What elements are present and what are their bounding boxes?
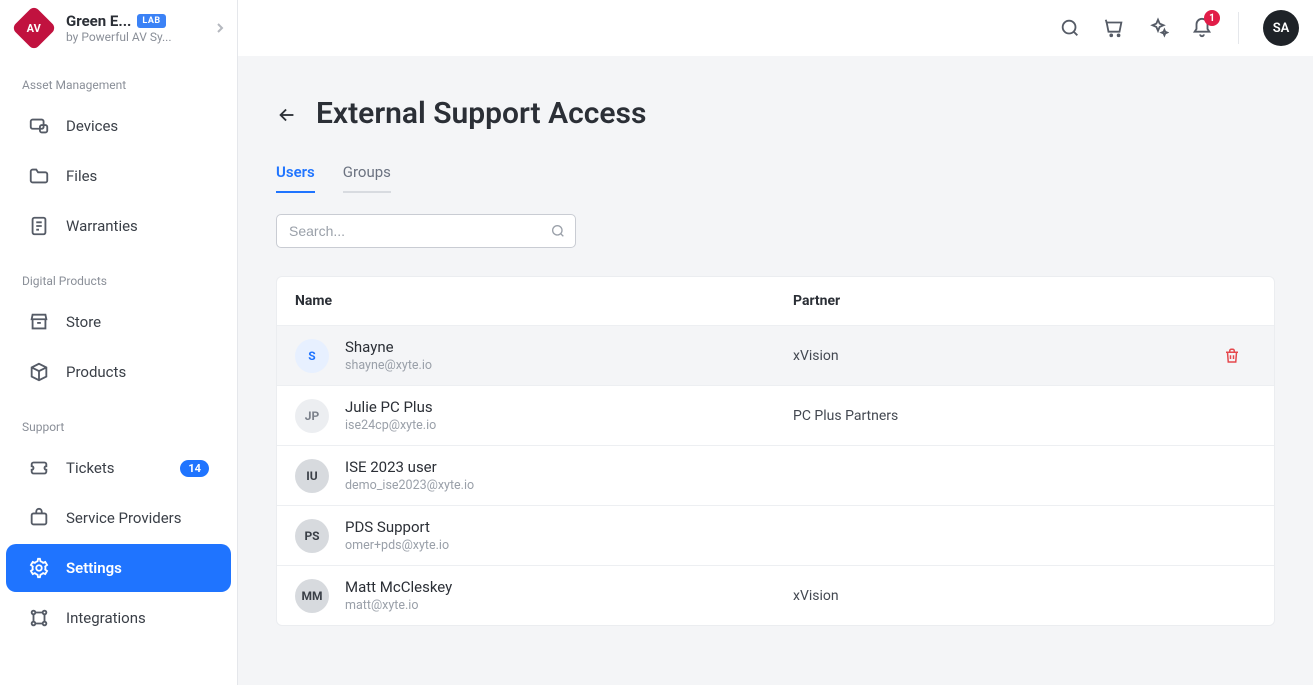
org-logo: AV (11, 5, 56, 50)
files-icon (28, 165, 50, 187)
org-title: Green E... (66, 12, 131, 30)
user-avatar: JP (295, 399, 329, 433)
col-header-actions (1208, 293, 1256, 309)
col-header-partner: Partner (793, 293, 1208, 309)
sidebar-item-label: Files (66, 167, 209, 185)
user-name: Shayne (345, 338, 432, 356)
tickets-icon (28, 457, 50, 479)
org-badge: LAB (137, 14, 165, 28)
sidebar-item-products[interactable]: Products (6, 348, 231, 396)
table-row[interactable]: S Shayne shayne@xyte.io xVision (277, 325, 1274, 385)
products-icon (28, 361, 50, 383)
back-arrow-icon[interactable] (276, 104, 296, 124)
user-avatar: PS (295, 519, 329, 553)
user-name: Matt McCleskey (345, 578, 452, 596)
sidebar: AV Green E... LAB by Powerful AV Sy... A… (0, 0, 238, 685)
notification-count: 1 (1204, 10, 1220, 26)
settings-icon (28, 557, 50, 579)
store-icon (28, 311, 50, 333)
table-row[interactable]: PS PDS Support omer+pds@xyte.io (277, 505, 1274, 565)
divider (1238, 12, 1239, 44)
user-name: ISE 2023 user (345, 458, 474, 476)
sidebar-item-label: Products (66, 363, 209, 381)
user-avatar[interactable]: SA (1263, 10, 1299, 46)
user-avatar: S (295, 339, 329, 373)
table-row[interactable]: IU ISE 2023 user demo_ise2023@xyte.io (277, 445, 1274, 505)
sidebar-item-label: Integrations (66, 609, 209, 627)
sidebar-item-label: Devices (66, 117, 209, 135)
user-email: demo_ise2023@xyte.io (345, 478, 474, 493)
tab-users[interactable]: Users (276, 163, 315, 193)
warranties-icon (28, 215, 50, 237)
cell-partner: xVision (793, 348, 1208, 364)
tabs: Users Groups (276, 163, 1275, 194)
sidebar-item-integrations[interactable]: Integrations (6, 594, 231, 642)
sidebar-item-settings[interactable]: Settings (6, 544, 231, 592)
main-area: 1 SA External Support Access Users Groups… (238, 0, 1313, 685)
sidebar-item-tickets[interactable]: Tickets 14 (6, 444, 231, 492)
integrations-icon (28, 607, 50, 629)
sidebar-item-devices[interactable]: Devices (6, 102, 231, 150)
user-name: PDS Support (345, 518, 449, 536)
user-email: matt@xyte.io (345, 598, 452, 613)
cart-icon[interactable] (1102, 16, 1126, 40)
sidebar-item-label: Service Providers (66, 509, 209, 527)
table-header: Name Partner (277, 277, 1274, 325)
cell-name: S Shayne shayne@xyte.io (295, 338, 793, 373)
table-row[interactable]: MM Matt McCleskey matt@xyte.io xVision (277, 565, 1274, 625)
cell-name: PS PDS Support omer+pds@xyte.io (295, 518, 793, 553)
org-logo-text: AV (27, 22, 41, 35)
search-wrapper (276, 214, 576, 248)
cell-name: MM Matt McCleskey matt@xyte.io (295, 578, 793, 613)
nav-badge: 14 (180, 460, 209, 477)
sidebar-item-label: Tickets (66, 459, 164, 477)
chevron-right-icon (215, 21, 225, 35)
page-header: External Support Access (276, 96, 1275, 131)
cell-partner: xVision (793, 588, 1208, 604)
user-name: Julie PC Plus (345, 398, 436, 416)
sidebar-item-label: Warranties (66, 217, 209, 235)
sparkle-icon[interactable] (1146, 16, 1170, 40)
search-icon[interactable] (1058, 16, 1082, 40)
devices-icon (28, 115, 50, 137)
org-text: Green E... LAB by Powerful AV Sy... (66, 12, 203, 44)
page-title: External Support Access (316, 96, 646, 131)
section-label: Asset Management (0, 56, 237, 100)
user-email: shayne@xyte.io (345, 358, 432, 373)
delete-button[interactable] (1223, 347, 1241, 365)
topbar: 1 SA (238, 0, 1313, 56)
sidebar-item-label: Settings (66, 559, 209, 577)
section-label: Support (0, 398, 237, 442)
sidebar-item-files[interactable]: Files (6, 152, 231, 200)
user-email: ise24cp@xyte.io (345, 418, 436, 433)
table-row[interactable]: JP Julie PC Plus ise24cp@xyte.io PC Plus Pa… (277, 385, 1274, 445)
cell-name: JP Julie PC Plus ise24cp@xyte.io (295, 398, 793, 433)
org-subtitle: by Powerful AV Sy... (66, 30, 186, 44)
sidebar-item-service-providers[interactable]: Service Providers (6, 494, 231, 542)
tab-groups[interactable]: Groups (343, 163, 391, 193)
sidebar-item-warranties[interactable]: Warranties (6, 202, 231, 250)
service-providers-icon (28, 507, 50, 529)
users-table: Name Partner S Shayne shayne@xyte.io xVisio… (276, 276, 1275, 626)
col-header-name: Name (295, 293, 793, 309)
cell-partner: PC Plus Partners (793, 408, 1208, 424)
cell-name: IU ISE 2023 user demo_ise2023@xyte.io (295, 458, 793, 493)
section-label: Digital Products (0, 252, 237, 296)
sidebar-item-store[interactable]: Store (6, 298, 231, 346)
search-input[interactable] (276, 214, 576, 248)
user-avatar: MM (295, 579, 329, 613)
user-avatar: IU (295, 459, 329, 493)
bell-icon[interactable]: 1 (1190, 16, 1214, 40)
sidebar-item-label: Store (66, 313, 209, 331)
user-email: omer+pds@xyte.io (345, 538, 449, 553)
cell-actions (1208, 347, 1256, 365)
org-selector[interactable]: AV Green E... LAB by Powerful AV Sy... (0, 0, 237, 56)
content: External Support Access Users Groups Name… (238, 56, 1313, 685)
